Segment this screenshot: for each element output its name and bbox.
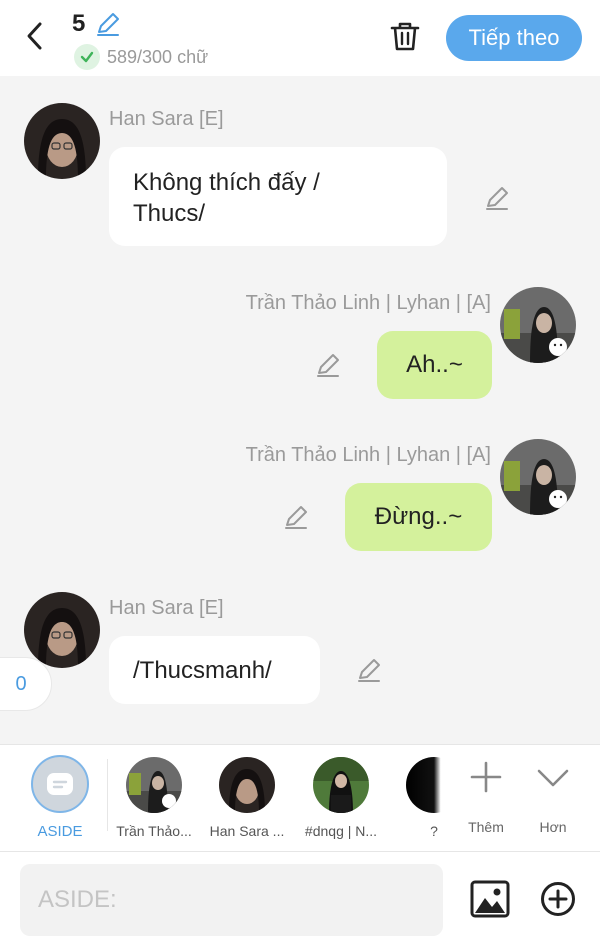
next-button[interactable]: Tiếp theo xyxy=(446,15,582,61)
character-avatar[interactable] xyxy=(126,757,182,813)
sender-name: Trần Thảo Linh | Lyhan | [A] xyxy=(245,444,491,466)
divider xyxy=(107,759,108,831)
edit-message-icon[interactable] xyxy=(483,184,511,212)
chevron-down-icon[interactable] xyxy=(535,759,571,795)
sender-name: Han Sara [E] xyxy=(109,597,224,619)
message-bubble[interactable]: Không thích đấy / Thucs/ xyxy=(109,147,447,246)
avatar-han-sara[interactable] xyxy=(24,103,100,179)
sender-name: Trần Thảo Linh | Lyhan | [A] xyxy=(245,292,491,314)
top-bar: 5 589/300 chữ Tiếp theo xyxy=(0,0,600,76)
sender-name: Han Sara [E] xyxy=(109,108,224,130)
back-icon[interactable] xyxy=(20,18,52,54)
character-avatar[interactable] xyxy=(406,757,462,813)
word-count-text: 589/300 chữ xyxy=(107,46,209,67)
add-icon[interactable] xyxy=(468,759,504,795)
chapter-number: 5 xyxy=(72,10,86,37)
message-bubble[interactable]: Ah..~ xyxy=(377,331,492,399)
word-count-status: 589/300 chữ xyxy=(74,44,208,70)
edit-message-icon[interactable] xyxy=(355,656,383,684)
add-attachment-icon[interactable] xyxy=(540,881,576,917)
aside-button[interactable] xyxy=(31,755,89,813)
add-label[interactable]: Thêm xyxy=(456,819,516,835)
trash-icon[interactable] xyxy=(387,18,423,54)
avatar-han-sara[interactable] xyxy=(24,592,100,668)
message-bubble[interactable]: /Thucsmanh/ xyxy=(109,636,320,704)
message-input[interactable] xyxy=(20,864,443,936)
character-bar: ASIDE Trần Thảo... Han Sara ... #dnqg | … xyxy=(0,744,600,852)
edit-title-icon[interactable] xyxy=(94,10,122,38)
side-counter-badge[interactable]: 0 xyxy=(0,657,52,711)
edit-message-icon[interactable] xyxy=(314,351,342,379)
avatar-tran-thao-linh[interactable] xyxy=(500,439,576,515)
check-icon xyxy=(74,44,100,70)
avatar-tran-thao-linh[interactable] xyxy=(500,287,576,363)
image-icon[interactable] xyxy=(470,880,510,918)
message-bubble[interactable]: Đừng..~ xyxy=(345,483,492,551)
character-avatar[interactable] xyxy=(313,757,369,813)
edit-message-icon[interactable] xyxy=(282,503,310,531)
character-name: Trần Thảo... xyxy=(116,823,192,839)
aside-label: ASIDE xyxy=(37,823,83,840)
character-name: Han Sara ... xyxy=(209,823,285,839)
character-avatar[interactable] xyxy=(219,757,275,813)
composer xyxy=(0,852,600,947)
character-name: #dnqg | N... xyxy=(304,823,378,839)
more-label[interactable]: Hơn xyxy=(523,819,583,835)
